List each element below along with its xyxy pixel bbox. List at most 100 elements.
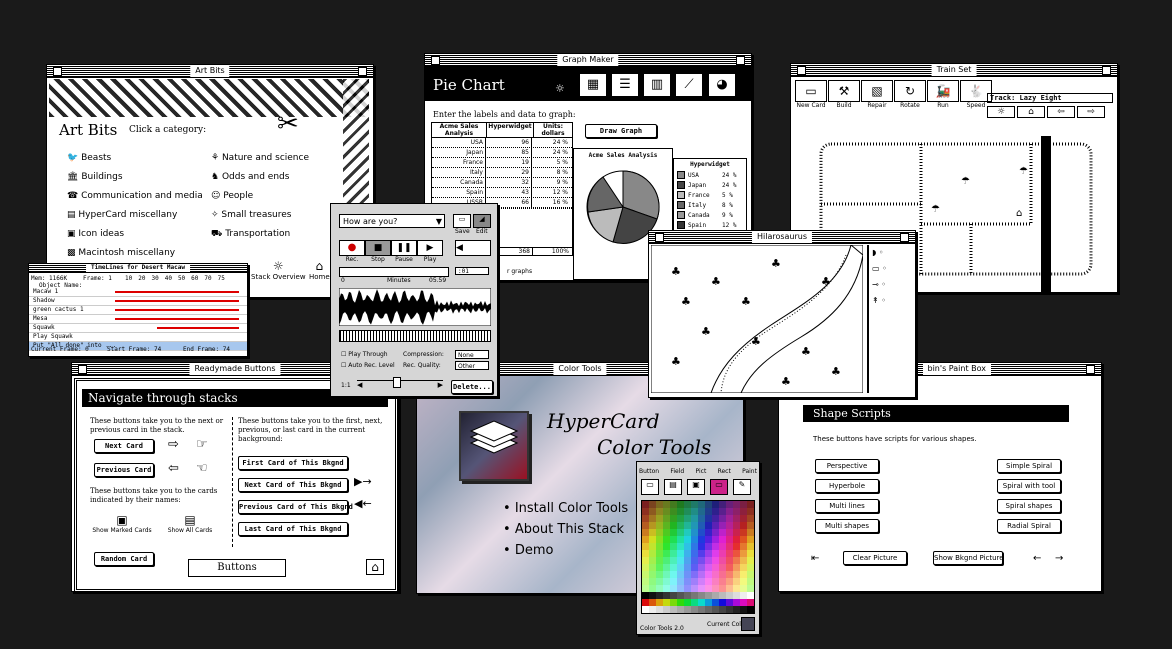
color-swatch[interactable] bbox=[705, 571, 712, 578]
rotate-tool[interactable]: ↻ Rotate bbox=[894, 80, 926, 109]
color-swatch[interactable] bbox=[670, 585, 677, 592]
color-swatch[interactable] bbox=[663, 550, 670, 557]
color-swatch[interactable] bbox=[677, 543, 684, 550]
color-swatch[interactable] bbox=[691, 585, 698, 592]
timeline-row[interactable]: Squawk bbox=[29, 324, 247, 333]
color-swatch[interactable] bbox=[684, 571, 691, 578]
rec-quality-select[interactable]: Other bbox=[455, 361, 489, 370]
color-swatch[interactable] bbox=[733, 508, 740, 515]
color-swatch[interactable] bbox=[649, 606, 656, 613]
color-swatch[interactable] bbox=[733, 536, 740, 543]
timeline-bar[interactable] bbox=[115, 309, 239, 311]
color-swatch[interactable] bbox=[719, 515, 726, 522]
multi-lines-button[interactable]: Multi lines bbox=[815, 499, 879, 513]
close-box[interactable] bbox=[797, 66, 806, 75]
color-swatch[interactable] bbox=[684, 522, 691, 529]
color-swatch[interactable] bbox=[649, 515, 656, 522]
color-swatch[interactable] bbox=[642, 508, 649, 515]
color-swatch[interactable] bbox=[663, 501, 670, 508]
color-swatch[interactable] bbox=[733, 557, 740, 564]
palette-tab[interactable]: Paint bbox=[742, 468, 757, 475]
color-swatch[interactable] bbox=[691, 557, 698, 564]
data-row[interactable]: Spain 43 12 % bbox=[432, 188, 572, 198]
color-swatch[interactable] bbox=[656, 515, 663, 522]
color-swatch[interactable] bbox=[663, 529, 670, 536]
color-swatch[interactable] bbox=[684, 536, 691, 543]
menu-about[interactable]: • About This Stack bbox=[503, 522, 624, 537]
stack-overview-button[interactable]: ☼ Stack Overview bbox=[251, 259, 306, 281]
color-swatch[interactable] bbox=[733, 515, 740, 522]
color-swatch[interactable] bbox=[740, 543, 747, 550]
color-swatch[interactable] bbox=[684, 564, 691, 571]
color-swatch[interactable] bbox=[740, 501, 747, 508]
zoom-box[interactable] bbox=[900, 233, 909, 242]
data-row[interactable]: Italy 29 8 % bbox=[432, 168, 572, 178]
category-transportation[interactable]: ⛟ Transportation bbox=[211, 229, 290, 240]
color-swatch[interactable] bbox=[747, 550, 754, 557]
color-swatch[interactable] bbox=[719, 599, 726, 606]
rect-tool-icon[interactable]: ▭ bbox=[710, 479, 728, 495]
category-icons[interactable]: ▣ Icon ideas bbox=[67, 229, 124, 239]
close-box[interactable] bbox=[431, 56, 440, 65]
color-swatch[interactable] bbox=[726, 550, 733, 557]
show-all-cards-button[interactable]: ▤ Show All Cards bbox=[162, 513, 218, 534]
close-box[interactable] bbox=[78, 365, 87, 374]
color-swatch[interactable] bbox=[677, 585, 684, 592]
color-swatch[interactable] bbox=[726, 578, 733, 585]
color-swatch[interactable] bbox=[747, 592, 754, 599]
timeline-row[interactable]: Mesa bbox=[29, 315, 247, 324]
color-swatch[interactable] bbox=[656, 529, 663, 536]
color-swatch[interactable] bbox=[719, 592, 726, 599]
show-bkgnd-picture-button[interactable]: Show Bkgnd Picture bbox=[933, 551, 1004, 565]
color-swatch[interactable] bbox=[670, 564, 677, 571]
color-swatch[interactable] bbox=[733, 501, 740, 508]
color-swatch[interactable] bbox=[733, 550, 740, 557]
color-swatch[interactable] bbox=[677, 508, 684, 515]
color-swatch[interactable] bbox=[691, 550, 698, 557]
color-swatch[interactable] bbox=[705, 536, 712, 543]
color-swatch[interactable] bbox=[677, 529, 684, 536]
color-swatch[interactable] bbox=[705, 585, 712, 592]
color-swatch[interactable] bbox=[691, 599, 698, 606]
repair-tool[interactable]: ▧ Repair bbox=[861, 80, 893, 109]
color-swatch[interactable] bbox=[691, 508, 698, 515]
play-through-checkbox[interactable]: ☐ Play Through bbox=[341, 351, 388, 358]
clear-picture-button[interactable]: Clear Picture bbox=[843, 551, 907, 565]
color-swatch[interactable] bbox=[712, 557, 719, 564]
color-swatch[interactable] bbox=[712, 571, 719, 578]
field-tool-icon[interactable]: ▤ bbox=[664, 479, 682, 495]
button-tool-icon[interactable]: ▭ bbox=[641, 479, 659, 495]
menu-install[interactable]: • Install Color Tools bbox=[503, 501, 628, 516]
color-swatch[interactable] bbox=[691, 543, 698, 550]
color-swatch[interactable] bbox=[712, 536, 719, 543]
close-box[interactable] bbox=[655, 233, 664, 242]
art-bits-titlebar[interactable]: Art Bits bbox=[47, 65, 373, 78]
color-swatch[interactable] bbox=[719, 543, 726, 550]
color-swatch[interactable] bbox=[747, 599, 754, 606]
show-marked-cards-button[interactable]: ▣ Show Marked Cards bbox=[92, 513, 152, 534]
perspective-button[interactable]: Perspective bbox=[815, 459, 879, 473]
color-swatch[interactable] bbox=[684, 515, 691, 522]
color-swatch[interactable] bbox=[670, 529, 677, 536]
color-swatch[interactable] bbox=[705, 515, 712, 522]
color-swatch[interactable] bbox=[670, 501, 677, 508]
color-swatch[interactable] bbox=[677, 550, 684, 557]
color-swatch[interactable] bbox=[712, 606, 719, 613]
color-swatch[interactable] bbox=[649, 501, 656, 508]
color-swatch[interactable] bbox=[677, 599, 684, 606]
color-swatch[interactable] bbox=[684, 508, 691, 515]
color-swatch[interactable] bbox=[656, 508, 663, 515]
first-card-bkgnd-button[interactable]: First Card of This Bkgnd bbox=[238, 456, 348, 470]
color-swatch[interactable] bbox=[649, 508, 656, 515]
color-swatch[interactable] bbox=[698, 543, 705, 550]
color-swatch[interactable] bbox=[649, 522, 656, 529]
color-swatch[interactable] bbox=[670, 578, 677, 585]
arrow-next-icon[interactable]: ▶→ bbox=[354, 475, 372, 488]
color-swatch[interactable] bbox=[649, 543, 656, 550]
color-swatch[interactable] bbox=[705, 564, 712, 571]
color-swatch[interactable] bbox=[670, 550, 677, 557]
arrow-left-icon[interactable]: ⇦ bbox=[1047, 106, 1075, 118]
color-swatch[interactable] bbox=[642, 564, 649, 571]
color-swatch[interactable] bbox=[719, 564, 726, 571]
category-beasts[interactable]: 🐦 Beasts bbox=[67, 153, 111, 163]
